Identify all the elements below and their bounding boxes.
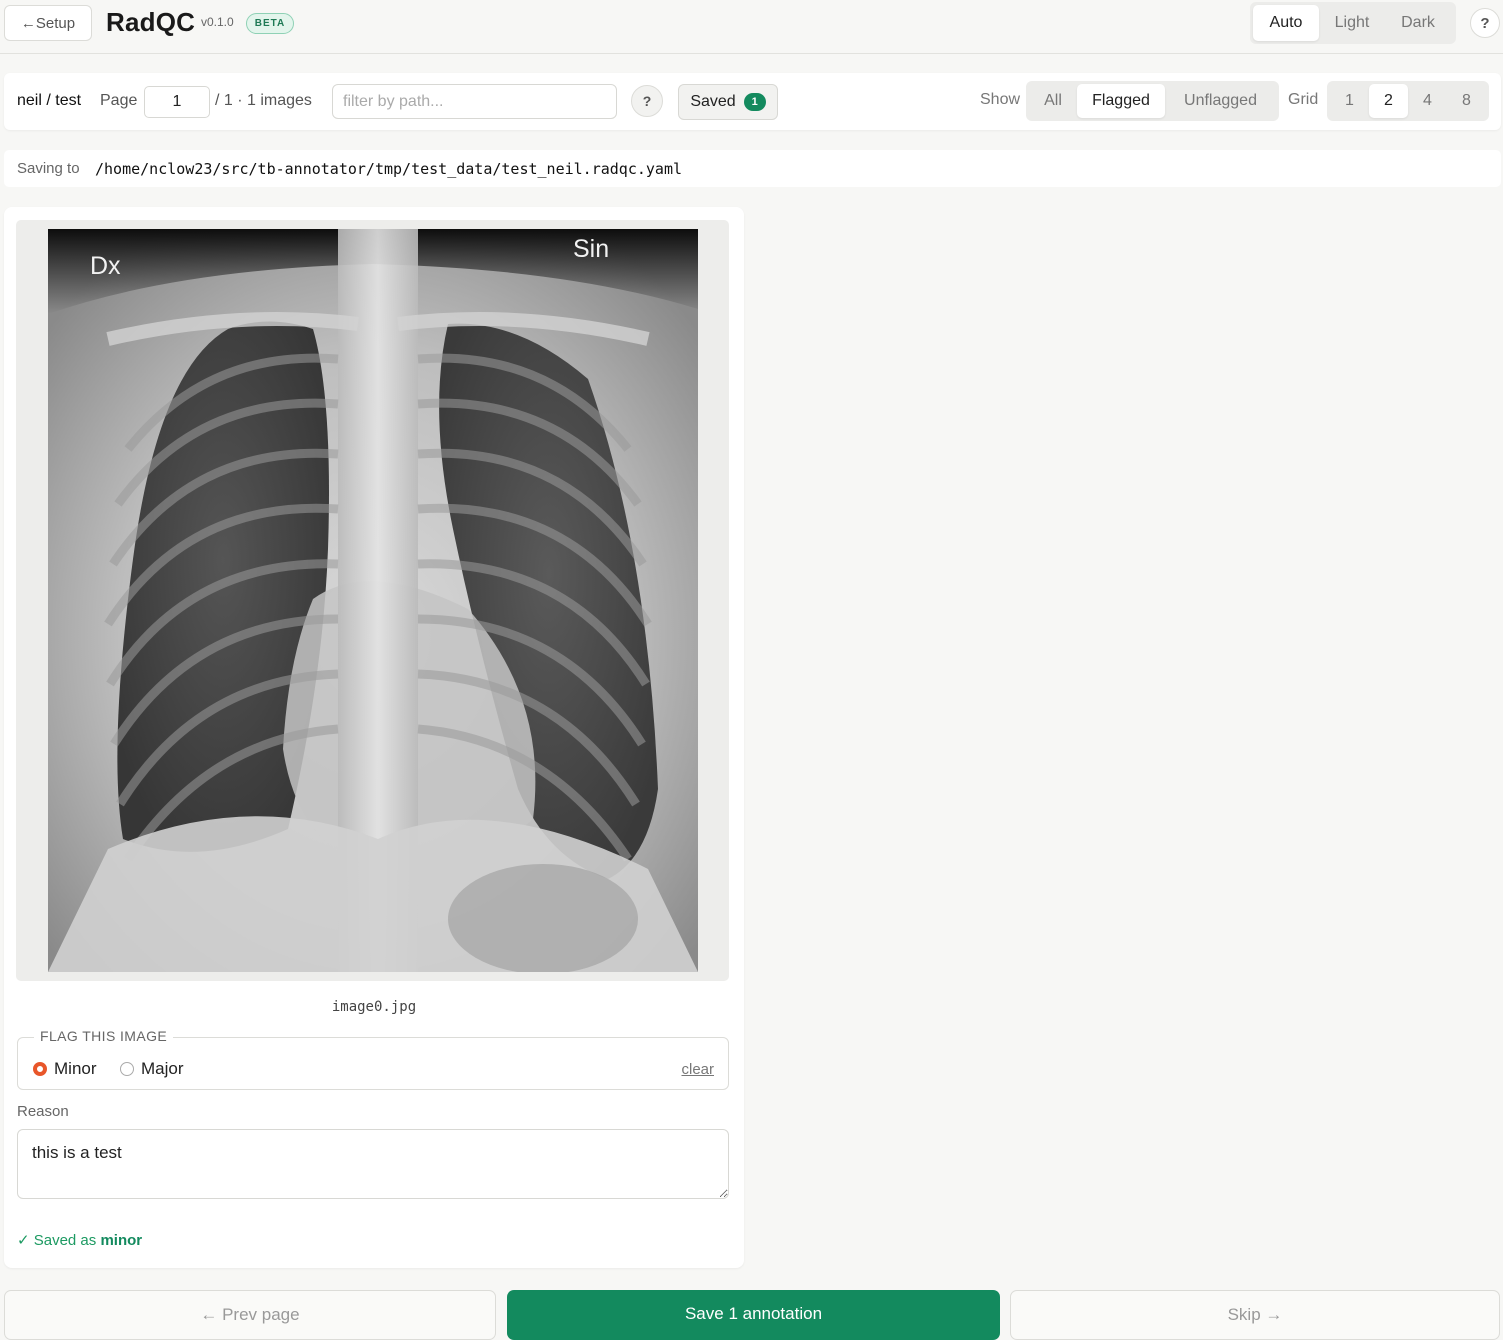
image-marker-dx: Dx <box>90 252 121 280</box>
image-frame: Dx Sin <box>16 220 729 981</box>
app-version: v0.1.0 <box>201 15 234 29</box>
theme-auto-button[interactable]: Auto <box>1253 5 1319 41</box>
show-label: Show <box>980 91 1021 108</box>
image-marker-sin: Sin <box>573 235 609 263</box>
setup-back-button[interactable]: ←Setup <box>4 5 92 41</box>
theme-light-button[interactable]: Light <box>1319 5 1385 41</box>
grid-8-button[interactable]: 8 <box>1447 84 1486 118</box>
saved-label: Saved <box>690 93 736 110</box>
show-filter-group: All Flagged Unflagged <box>1026 81 1279 121</box>
saved-button[interactable]: Saved 1 <box>678 84 778 120</box>
grid-4-button[interactable]: 4 <box>1408 84 1447 118</box>
chest-xray-image[interactable]: Dx Sin <box>48 229 698 972</box>
clear-flag-link[interactable]: clear <box>681 1061 714 1078</box>
page-label: Page <box>100 92 138 109</box>
app-title: RadQC <box>106 7 196 37</box>
flag-minor-label: Minor <box>54 1059 97 1078</box>
help-button[interactable]: ? <box>1470 8 1500 38</box>
reason-label: Reason <box>17 1103 69 1120</box>
skip-button[interactable]: Skip → <box>1010 1290 1500 1340</box>
beta-badge: BETA <box>246 13 294 34</box>
dataset-label: neil / test <box>17 92 82 109</box>
save-path-bar: Saving to /home/nclow23/src/tb-annotator… <box>4 150 1501 187</box>
grid-label: Grid <box>1288 91 1319 108</box>
reason-textarea[interactable]: this is a test <box>17 1129 729 1199</box>
prev-page-button[interactable]: ← Prev page <box>4 1290 496 1340</box>
saved-status: ✓ Saved as minor <box>17 1231 142 1249</box>
top-bar: ←Setup RadQC v0.1.0 BETA Auto Light Dark… <box>0 0 1503 54</box>
flag-major-label: Major <box>141 1059 184 1078</box>
radio-unselected-icon <box>120 1062 134 1076</box>
flag-fieldset: FLAG THIS IMAGE Minor Major clear <box>17 1028 729 1090</box>
flag-minor-radio[interactable]: Minor <box>33 1059 97 1079</box>
grid-size-group: 1 2 4 8 <box>1327 81 1489 121</box>
saved-status-value: minor <box>100 1232 143 1249</box>
show-all-button[interactable]: All <box>1029 84 1077 118</box>
image-card: Dx Sin image0.jpg FLAG THIS IMAGE Minor … <box>4 207 744 1268</box>
save-path-value: /home/nclow23/src/tb-annotator/tmp/test_… <box>95 160 682 178</box>
show-unflagged-button[interactable]: Unflagged <box>1165 84 1276 118</box>
theme-switcher: Auto Light Dark <box>1250 2 1456 44</box>
save-annotation-button[interactable]: Save 1 annotation <box>507 1290 1000 1340</box>
grid-1-button[interactable]: 1 <box>1330 84 1369 118</box>
radio-selected-icon <box>33 1062 47 1076</box>
filter-path-input[interactable] <box>332 84 617 119</box>
flag-major-radio[interactable]: Major <box>120 1059 184 1079</box>
toolbar: neil / test Page / 1 · 1 images ? Saved … <box>4 73 1501 130</box>
image-filename: image0.jpg <box>331 999 417 1015</box>
page-total-label: / 1 · 1 images <box>215 92 312 109</box>
grid-2-button[interactable]: 2 <box>1369 84 1408 118</box>
show-flagged-button[interactable]: Flagged <box>1077 84 1165 118</box>
flag-legend: FLAG THIS IMAGE <box>34 1028 174 1044</box>
filter-help-button[interactable]: ? <box>631 85 663 117</box>
save-path-label: Saving to <box>17 160 80 177</box>
saved-status-prefix: ✓ Saved as <box>17 1232 97 1249</box>
saved-count-badge: 1 <box>743 93 766 111</box>
page-number-input[interactable] <box>144 86 210 118</box>
theme-dark-button[interactable]: Dark <box>1385 5 1451 41</box>
